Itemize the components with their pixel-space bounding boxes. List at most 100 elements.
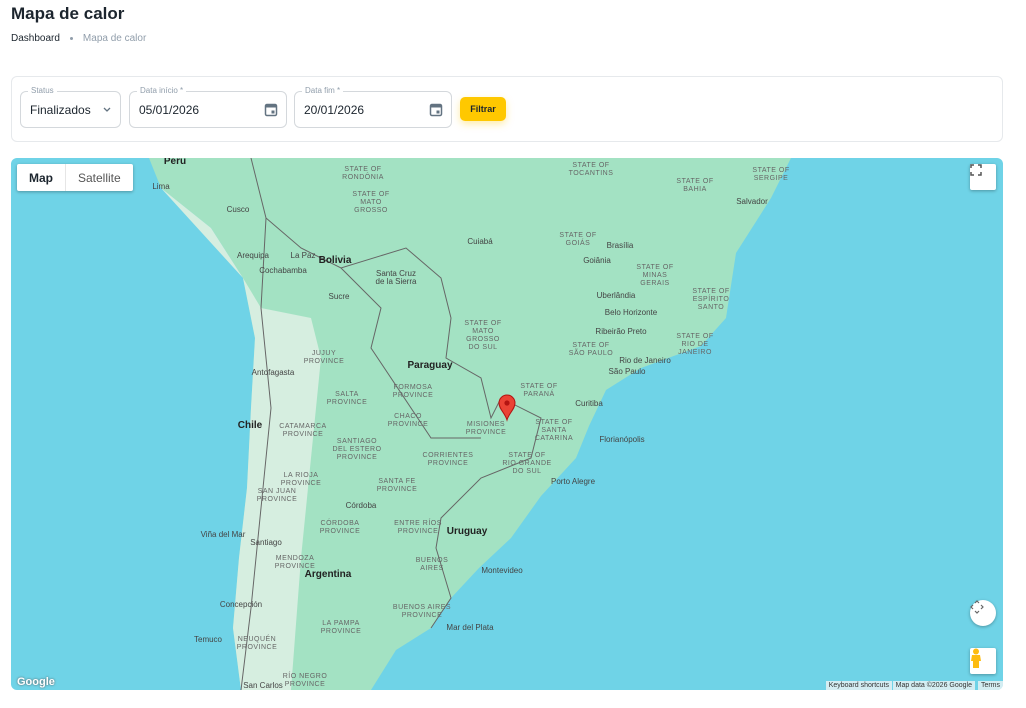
filter-button[interactable]: Filtrar (460, 97, 506, 121)
city-label: Arequipa (236, 251, 270, 260)
region-label: STATE OF SANTA CATARINA (534, 419, 574, 442)
city-label: Florianópolis (599, 435, 645, 444)
camera-control-button[interactable] (970, 600, 996, 626)
city-label: Rio de Janeiro (619, 356, 671, 365)
region-label: STATE OF SÃO PAULO (568, 342, 614, 357)
region-label: STATE OF MATO GROSSO (352, 191, 390, 214)
city-label: Lima (152, 182, 170, 191)
city-label: San Carlos (243, 681, 283, 690)
region-label: CHACO PROVINCE (387, 413, 429, 428)
region-label: STATE OF MATO GROSSO DO SUL (464, 320, 502, 351)
country-label: Chile (237, 420, 263, 431)
region-label: CORRIENTES PROVINCE (422, 452, 474, 467)
google-logo: Google (17, 676, 55, 688)
map-type-map-button[interactable]: Map (17, 164, 66, 191)
city-label: Concepción (219, 600, 263, 609)
end-date-value: 20/01/2026 (304, 102, 365, 117)
region-label: BUENOS AIRES (415, 557, 449, 572)
status-value: Finalizados (30, 102, 91, 117)
map-type-control: Map Satellite (17, 164, 133, 191)
city-label: Cochabamba (259, 266, 307, 275)
chevron-down-icon (103, 107, 111, 112)
region-label: STATE OF ESPÍRITO SANTO (692, 288, 730, 311)
end-date-label: Data fim * (302, 86, 344, 95)
pan-arrows-icon (970, 600, 984, 614)
status-label: Status (28, 86, 57, 95)
terms-link[interactable]: Terms (977, 681, 1003, 690)
country-label: Argentina (304, 569, 352, 580)
region-label: JUJUY PROVINCE (303, 350, 345, 365)
region-label: STATE OF PARANÁ (520, 383, 558, 398)
region-label: LA PAMPA PROVINCE (320, 620, 362, 635)
region-label: STATE OF RONDÔNIA (342, 166, 384, 181)
fullscreen-icon (970, 164, 982, 176)
city-label: Cusco (226, 205, 250, 214)
start-date-value: 05/01/2026 (139, 102, 200, 117)
page-title: Mapa de calor (11, 4, 125, 23)
city-label: Belo Horizonte (604, 308, 658, 317)
city-label: Antofagasta (251, 368, 295, 377)
region-label: STATE OF SERGIPE (752, 167, 790, 182)
region-label: MISIONES PROVINCE (465, 421, 507, 436)
city-label: Porto Alegre (550, 477, 596, 486)
region-label: FORMOSA PROVINCE (392, 384, 434, 399)
region-label: SANTIAGO DEL ESTERO PROVINCE (332, 438, 382, 461)
keyboard-shortcuts-link[interactable]: Keyboard shortcuts (825, 681, 892, 690)
region-label: STATE OF RIO GRANDE DO SUL (502, 452, 552, 475)
filter-panel: Status Finalizados Data início * 05/01/2… (11, 76, 1003, 142)
calendar-icon[interactable] (264, 102, 278, 117)
city-label: Brasília (606, 241, 634, 250)
region-label: CÓRDOBA PROVINCE (319, 520, 361, 535)
region-label: LA RIOJA PROVINCE (280, 472, 322, 487)
country-label: Peru (163, 158, 187, 167)
pegman-icon (971, 648, 981, 668)
map[interactable]: Peru Bolivia Paraguay Chile Argentina Uruguay… (11, 158, 1003, 690)
breadcrumb-current: Mapa de calor (82, 33, 147, 44)
city-label: Uberlândia (596, 291, 636, 300)
country-label: Uruguay (446, 526, 488, 537)
fullscreen-button[interactable] (970, 164, 996, 190)
end-date-field[interactable]: Data fim * 20/01/2026 (294, 86, 452, 128)
region-label: STATE OF TOCANTINS (568, 162, 614, 177)
start-date-label: Data início * (137, 86, 187, 95)
region-label: SALTA PROVINCE (326, 391, 368, 406)
status-select[interactable]: Status Finalizados (20, 86, 121, 128)
region-label: ENTRE RÍOS PROVINCE (394, 520, 442, 535)
calendar-icon[interactable] (429, 102, 443, 117)
country-label: Bolivia (318, 255, 352, 266)
city-label: Salvador (736, 197, 768, 206)
region-label: BUENOS AIRES PROVINCE (392, 604, 452, 619)
city-label: Córdoba (345, 501, 377, 510)
city-label: Ribeirão Preto (595, 327, 647, 336)
city-label: Santa Cruz de la Sierra (375, 269, 417, 286)
city-label: Curitiba (575, 399, 603, 408)
city-label: Goiânia (583, 256, 611, 265)
city-label: Temuco (193, 635, 223, 644)
map-type-satellite-button[interactable]: Satellite (66, 164, 133, 191)
city-label: Montevideo (481, 566, 523, 575)
city-label: Santiago (250, 538, 282, 547)
region-label: MENDOZA PROVINCE (274, 555, 316, 570)
region-label: NEUQUÉN PROVINCE (236, 636, 278, 651)
region-label: STATE OF GOIÁS (559, 232, 597, 247)
region-label: STATE OF MINAS GERAIS (636, 264, 674, 287)
country-label: Paraguay (407, 360, 453, 371)
street-view-pegman[interactable] (970, 648, 996, 674)
breadcrumb-separator (69, 37, 73, 40)
city-label: Viña del Mar (200, 530, 246, 539)
map-canvas (149, 158, 791, 690)
region-label: SAN JUAN PROVINCE (256, 488, 298, 503)
city-label: São Paulo (608, 367, 646, 376)
region-label: STATE OF BAHIA (676, 178, 714, 193)
start-date-field[interactable]: Data início * 05/01/2026 (129, 86, 287, 128)
map-data-attribution: Map data ©2026 Google (892, 681, 975, 690)
region-label: CATAMARCA PROVINCE (279, 423, 327, 438)
region-label: SANTA FE PROVINCE (376, 478, 418, 493)
breadcrumb: Dashboard Mapa de calor (11, 33, 146, 44)
region-label: STATE OF RIO DE JANEIRO (676, 333, 714, 356)
city-label: La Paz (290, 251, 316, 260)
region-label: RÍO NEGRO PROVINCE (282, 673, 328, 688)
city-label: Mar del Plata (446, 623, 494, 632)
city-label: Sucre (328, 292, 350, 301)
breadcrumb-dashboard[interactable]: Dashboard (11, 33, 60, 44)
